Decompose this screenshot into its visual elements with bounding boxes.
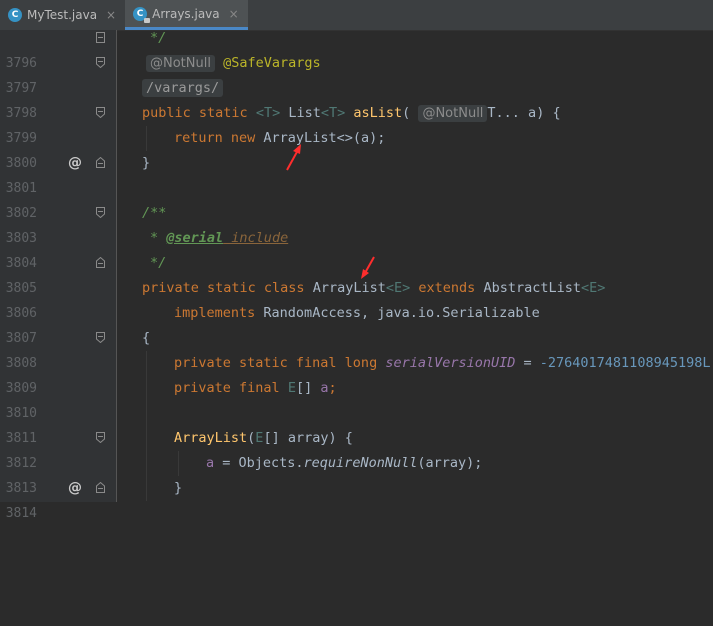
indent-guide — [146, 451, 147, 476]
fold-start-icon[interactable] — [96, 332, 105, 343]
code-line: 3802 — [0, 176, 713, 221]
inlay-hint-notnull: @NotNull — [146, 55, 215, 72]
indent-guide — [146, 351, 147, 376]
parameter-list: T... a) — [487, 105, 545, 121]
class-name: ArrayList — [312, 280, 386, 296]
tab-label: Arrays.java — [152, 6, 220, 21]
code-line: 3808 { — [0, 326, 713, 371]
fold-start-icon[interactable] — [96, 432, 105, 443]
code-line: 3812 @ ArrayList(E[] array) { — [0, 426, 713, 496]
parameter-list: [] array) { — [263, 430, 353, 446]
field-name: a — [206, 455, 215, 471]
inlay-hint-notnull: @NotNull — [418, 105, 488, 122]
code-line: 3805 */ — [0, 251, 713, 296]
operator: = — [515, 355, 540, 371]
keyword: return new — [174, 130, 256, 146]
keyword: extends — [418, 280, 476, 296]
constructor-call: ArrayList<>(a); — [263, 130, 386, 146]
java-class-locked-icon: C — [133, 6, 151, 23]
brace: } — [174, 480, 183, 496]
fold-end-icon[interactable] — [96, 157, 105, 168]
fold-start-icon[interactable] — [96, 57, 105, 68]
brace: } — [142, 155, 151, 171]
code-line: 3804 * @serial include — [0, 226, 713, 271]
array-brackets: [] — [295, 380, 321, 396]
doc-comment: * — [150, 230, 167, 246]
red-annotation-arrow-icon — [286, 144, 301, 171]
code-line: 3799 @ public static <T> List<T> asList(… — [0, 101, 713, 171]
fold-start-icon[interactable] — [96, 107, 105, 118]
code-line: 3813 a = Objects.requireNonNull(array); — [0, 451, 713, 496]
indent-guide — [146, 426, 147, 451]
code-line: 3806 private static class ArrayList<E> e… — [0, 276, 713, 321]
keyword: public static — [142, 105, 248, 121]
lock-icon — [144, 17, 151, 23]
keyword: private static final long — [174, 355, 378, 371]
code-editor[interactable]: 3796 */ 3797 @NotNull @SafeVarargs 3798 … — [0, 30, 713, 521]
paren: ( — [402, 105, 411, 121]
java-class-icon: C — [8, 8, 22, 22]
code-line: 3807 implements RandomAccess, java.io.Se… — [0, 301, 713, 346]
code-line: 3810 private final E[] a; — [0, 376, 713, 421]
indent-guide — [146, 126, 147, 151]
fold-end-icon[interactable] — [96, 482, 105, 493]
tab-label: MyTest.java — [27, 8, 98, 22]
close-tab-icon[interactable]: × — [229, 7, 239, 21]
arguments: (array); — [417, 455, 483, 471]
doc-comment: */ — [150, 30, 167, 46]
indent-guide — [146, 476, 147, 501]
close-tab-icon[interactable]: × — [106, 8, 116, 22]
assignment: = Objects. — [214, 455, 304, 471]
code-line: 3801 } — [0, 151, 713, 196]
line-number: 3814 — [5, 506, 37, 521]
fold-end-icon[interactable] — [96, 257, 105, 268]
number-literal: -2764017481108945198L — [539, 355, 711, 371]
code-line: 3797 @NotNull @SafeVarargs — [0, 51, 713, 96]
constructor-name: ArrayList — [174, 430, 248, 446]
indent-guide — [146, 401, 147, 426]
red-annotation-arrow-icon — [361, 256, 375, 279]
generic-param: E — [287, 380, 296, 396]
code-line: 3796 */ — [0, 26, 713, 71]
static-field: serialVersionUID — [385, 355, 516, 371]
generic-param: <T> — [320, 105, 346, 121]
indent-guide — [178, 451, 179, 476]
folded-region[interactable]: /varargs/ — [142, 79, 224, 97]
interface-list: RandomAccess, java.io.Serializable — [263, 305, 540, 321]
keyword: private final — [174, 380, 280, 396]
indent-guide — [146, 376, 147, 401]
annotation: @SafeVarargs — [223, 55, 321, 71]
code-line: 3811 — [0, 401, 713, 446]
type-name: List — [288, 105, 321, 121]
code-line: 3800 return new ArrayList<>(a); — [0, 126, 713, 171]
static-method-call: requireNonNull — [303, 455, 418, 471]
brace: { — [544, 105, 561, 121]
generic-param: <T> — [255, 105, 281, 121]
javadoc-tag-value: include — [223, 230, 289, 246]
doc-comment: /** — [142, 205, 167, 221]
code-line: 3803 /** — [0, 201, 713, 246]
fold-start-icon[interactable] — [96, 207, 105, 218]
fold-end-icon[interactable] — [96, 32, 105, 43]
code-line: 3798 /varargs/ — [0, 76, 713, 121]
javadoc-tag: @serial — [166, 230, 224, 246]
semicolon: ; — [328, 380, 337, 396]
keyword: private static class — [142, 280, 305, 296]
code-line: 3814 } — [0, 476, 713, 521]
generic-param: <E> — [385, 280, 411, 296]
method-name: asList — [353, 105, 403, 121]
superclass-name: AbstractList — [483, 280, 581, 296]
code-line: 3809 private static final long serialVer… — [0, 351, 713, 396]
brace: { — [142, 330, 151, 346]
generic-param: <E> — [580, 280, 606, 296]
keyword: implements — [174, 305, 256, 321]
doc-comment: */ — [150, 255, 167, 271]
